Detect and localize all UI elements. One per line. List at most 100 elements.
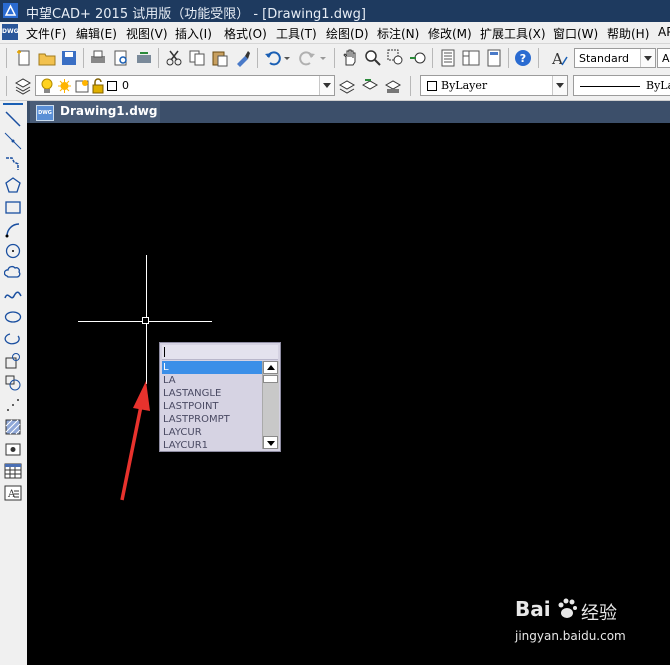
menu-view[interactable]: 视图(V) (126, 25, 168, 42)
layer-color-swatch[interactable] (107, 81, 117, 91)
line-tool-icon[interactable] (4, 110, 22, 128)
list-item[interactable]: LASTANGLE (162, 387, 262, 400)
toolbar-grip[interactable] (6, 76, 7, 96)
menu-format[interactable]: 格式(O) (224, 25, 267, 42)
text-caret (164, 347, 165, 357)
zoom-previous-icon[interactable] (409, 49, 427, 67)
layer-state-icon[interactable] (384, 77, 402, 95)
freeze-viewport-icon[interactable] (75, 78, 90, 94)
redo-icon[interactable] (298, 49, 316, 67)
menu-dimension[interactable]: 标注(N) (377, 25, 419, 42)
layer-previous-icon[interactable] (361, 77, 379, 95)
toolbar-grip[interactable] (6, 48, 7, 68)
dimension-style-select[interactable]: AP (657, 48, 670, 68)
table-tool-icon[interactable] (4, 462, 22, 480)
zoom-realtime-icon[interactable] (364, 49, 382, 67)
construction-line-tool-icon[interactable] (4, 132, 22, 150)
list-item[interactable]: LAYCUR (162, 426, 262, 439)
menu-bar: DWG 文件(F) 编辑(E) 视图(V) 插入(I) 格式(O) 工具(T) … (0, 22, 670, 44)
menu-extended-tools[interactable]: 扩展工具(X) (480, 25, 546, 42)
list-item[interactable]: LASTPOINT (162, 400, 262, 413)
revision-cloud-tool-icon[interactable] (4, 264, 22, 282)
scrollbar-thumb[interactable] (263, 375, 278, 383)
menu-tools[interactable]: 工具(T) (276, 25, 317, 42)
current-layer-name: 0 (122, 79, 129, 92)
sun-icon[interactable] (57, 78, 72, 94)
rectangle-tool-icon[interactable] (4, 198, 22, 216)
publish-icon[interactable] (135, 49, 153, 67)
properties-icon[interactable] (439, 49, 457, 67)
make-block-tool-icon[interactable] (4, 374, 22, 392)
undo-dropdown-icon[interactable] (282, 49, 292, 67)
command-input[interactable] (162, 345, 278, 360)
redo-dropdown-icon[interactable] (318, 49, 328, 67)
new-file-icon[interactable] (15, 49, 33, 67)
point-tool-icon[interactable] (4, 396, 22, 414)
toolbar-separator (158, 48, 159, 68)
tool-palette-icon[interactable] (485, 49, 503, 67)
lock-icon[interactable] (92, 78, 104, 94)
pan-hand-icon[interactable] (341, 49, 359, 67)
undo-icon[interactable] (264, 49, 282, 67)
circle-tool-icon[interactable] (4, 242, 22, 260)
copy-icon[interactable] (188, 49, 206, 67)
chevron-down-icon[interactable] (319, 76, 334, 95)
make-object-layer-current-icon[interactable] (338, 77, 356, 95)
region-tool-icon[interactable] (4, 440, 22, 458)
ellipse-tool-icon[interactable] (4, 308, 22, 326)
hatch-tool-icon[interactable] (4, 418, 22, 436)
lightbulb-icon[interactable] (40, 78, 54, 94)
draw-toolbar: A (0, 101, 28, 665)
menu-modify[interactable]: 修改(M) (428, 25, 472, 42)
menu-insert[interactable]: 插入(I) (175, 25, 212, 42)
toolbar-separator (410, 76, 411, 96)
help-icon[interactable]: ? (514, 49, 532, 67)
polygon-tool-icon[interactable] (4, 176, 22, 194)
menu-file[interactable]: 文件(F) (26, 25, 66, 42)
svg-text:A: A (551, 50, 563, 67)
text-style-select[interactable]: Standard (574, 48, 656, 68)
dimension-style-value: AP (662, 52, 670, 65)
print-icon[interactable] (89, 49, 107, 67)
multiline-text-tool-icon[interactable]: A (4, 484, 22, 502)
toolbar-grip[interactable] (3, 103, 23, 105)
open-folder-icon[interactable] (38, 49, 56, 67)
document-icon[interactable]: DWG (2, 24, 19, 40)
arc-tool-icon[interactable] (4, 220, 22, 238)
scroll-down-icon[interactable] (263, 436, 278, 449)
menu-draw[interactable]: 绘图(D) (326, 25, 369, 42)
spline-tool-icon[interactable] (4, 286, 22, 304)
menu-window[interactable]: 窗口(W) (553, 25, 598, 42)
layer-manager-icon[interactable] (14, 77, 32, 95)
cut-icon[interactable] (165, 49, 183, 67)
list-item[interactable]: L (162, 361, 262, 374)
list-item[interactable]: LAYCUR1 (162, 439, 262, 452)
color-select[interactable]: ByLayer (420, 75, 568, 96)
zoom-window-icon[interactable] (387, 49, 405, 67)
tab-label: Drawing1.dwg (60, 104, 158, 118)
chevron-down-icon[interactable] (640, 49, 655, 67)
list-item[interactable]: LA (162, 374, 262, 387)
dwg-file-icon: DWG (36, 105, 54, 121)
save-icon[interactable] (60, 49, 78, 67)
tab-drawing1[interactable]: DWG Drawing1.dwg (30, 101, 160, 123)
text-style-icon[interactable]: A (550, 49, 568, 67)
print-preview-icon[interactable] (112, 49, 130, 67)
match-properties-icon[interactable] (234, 49, 252, 67)
menu-help[interactable]: 帮助(H) (607, 25, 649, 42)
polyline-tool-icon[interactable] (4, 154, 22, 172)
menu-ap[interactable]: AP (658, 25, 670, 39)
layer-select[interactable]: 0 (35, 75, 335, 96)
ellipse-arc-tool-icon[interactable] (4, 330, 22, 348)
toolbar-separator (257, 48, 258, 68)
chevron-down-icon[interactable] (552, 76, 567, 95)
scroll-up-icon[interactable] (263, 361, 278, 374)
linetype-select[interactable]: ByLa (573, 75, 670, 96)
list-item[interactable]: LASTPROMPT (162, 413, 262, 426)
menu-edit[interactable]: 编辑(E) (76, 25, 117, 42)
insert-block-tool-icon[interactable] (4, 352, 22, 370)
design-center-icon[interactable] (462, 49, 480, 67)
linetype-value: ByLa (646, 79, 670, 92)
paste-icon[interactable] (211, 49, 229, 67)
vertical-scrollbar[interactable] (262, 361, 279, 449)
